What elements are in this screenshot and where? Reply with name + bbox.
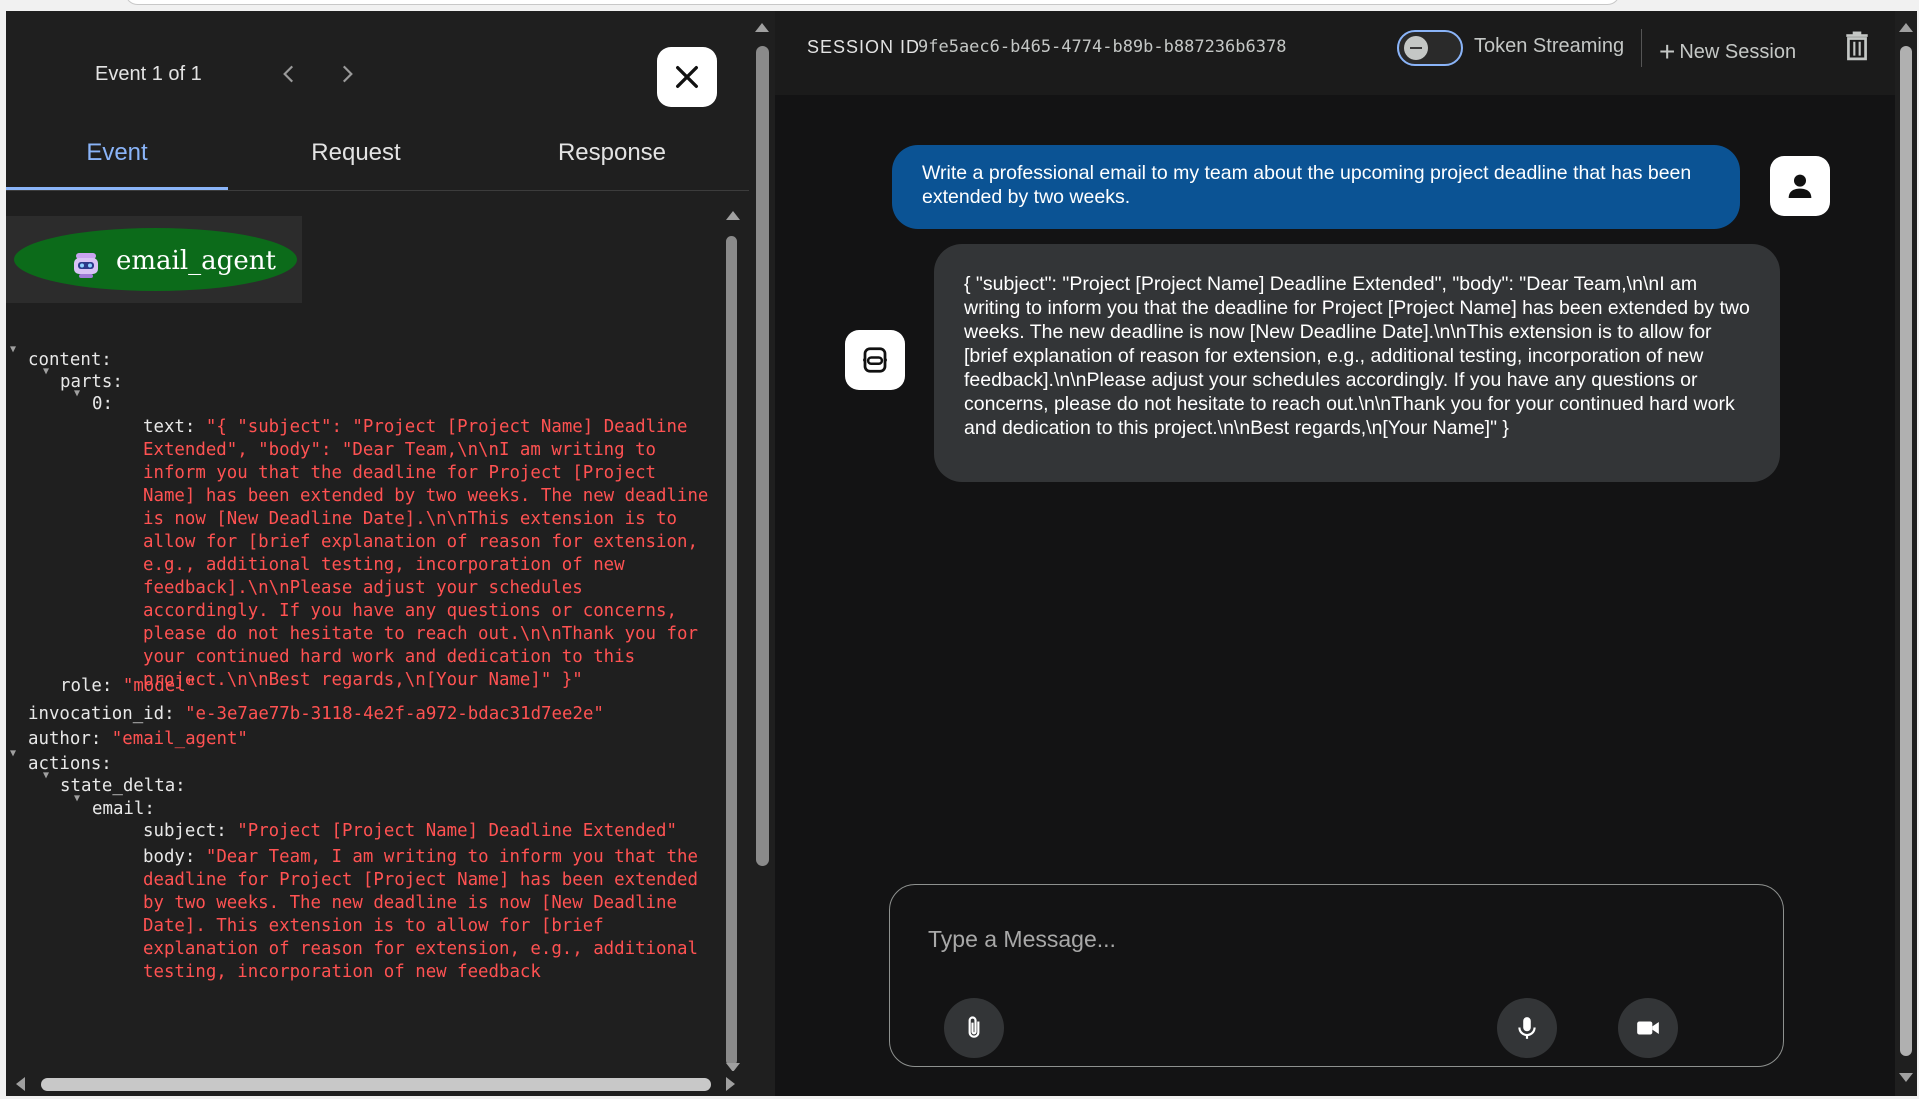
tree-body-entry: body: "Dear Team, I am writing to inform… [143,846,713,984]
user-message-bubble: Write a professional email to my team ab… [892,145,1740,229]
event-counter: Event 1 of 1 [95,63,202,85]
plus-icon: + [1659,36,1676,67]
event-panel-scroll-thumb[interactable] [756,46,769,866]
message-input[interactable] [928,921,1748,957]
tree-horizontal-scroll-thumb[interactable] [41,1078,711,1091]
microphone-button[interactable] [1497,998,1557,1058]
tree-author-entry: author: "email_agent" [28,729,248,749]
close-panel-button[interactable] [657,47,717,107]
tree-key-body: body: [143,847,196,867]
collapse-toggle-icon[interactable]: ▼ [43,770,49,781]
address-bar[interactable] [125,0,1620,5]
new-session-button[interactable]: + New Session [1659,33,1797,67]
chevron-left-icon [283,65,294,83]
tree-vertical-scrollbar[interactable] [721,201,743,1072]
tab-event[interactable]: Event [6,139,228,167]
token-streaming-toggle[interactable] [1397,30,1463,66]
agent-graph-node[interactable]: email_agent [6,216,302,303]
delete-session-button[interactable] [1844,31,1870,66]
scroll-down-arrow-icon[interactable] [1899,1073,1913,1082]
robot-icon [74,253,98,278]
bot-message-bubble: { "subject": "Project [Project Name] Dea… [934,244,1780,482]
tree-value-invocation: "e-3e7ae77b-3118-4e2f-a972-bdac31d7ee2e" [185,704,604,724]
scroll-up-arrow-icon[interactable] [755,23,769,32]
new-session-label: New Session [1679,41,1797,63]
tree-key-subject: subject: [143,821,227,841]
user-avatar [1770,156,1830,216]
session-id-label: SESSION ID [807,37,921,57]
prev-event-button[interactable] [276,61,302,87]
tree-key-actions: actions: [28,754,112,774]
app-frame: Event 1 of 1 Event Request Response emai… [6,11,1917,1096]
agent-name: email_agent [116,246,276,276]
tab-divider [6,190,749,191]
browser-top-strip [0,0,1919,11]
video-button[interactable] [1618,998,1678,1058]
scroll-right-arrow-icon[interactable] [726,1077,735,1091]
event-json-tree: ▼ content: ▼ parts: ▼ 0: text: "{ "subje… [6,336,721,1081]
collapse-toggle-icon[interactable]: ▼ [74,793,80,804]
tree-key-invocation: invocation_id: [28,704,175,724]
tree-key-author: author: [28,729,102,749]
scroll-up-arrow-icon[interactable] [726,211,740,220]
close-icon [676,66,698,88]
session-id-value: 9fe5aec6-b465-4774-b89b-b887236b6378 [918,37,1287,57]
tree-key-text: text: [143,417,196,437]
paperclip-icon [968,1016,980,1038]
toggle-knob [1404,36,1428,60]
chat-scrollbar[interactable] [1895,11,1917,1096]
tree-value-body: "Dear Team, I am writing to inform you t… [143,847,698,982]
token-streaming-label: Token Streaming [1474,35,1625,57]
tree-key-content: content: [28,350,112,370]
session-bar: SESSION ID 9fe5aec6-b465-4774-b89b-b8872… [775,11,1895,95]
tree-key-email: email: [92,799,155,819]
agent-badge[interactable]: email_agent [14,228,297,291]
tree-text-entry: text: "{ "subject": "Project [Project Na… [143,416,713,692]
event-panel: Event 1 of 1 Event Request Response emai… [6,11,749,1096]
scroll-left-arrow-icon[interactable] [16,1077,25,1091]
trash-icon [1846,31,1868,61]
robot-icon [863,347,887,373]
tree-key-role: role: [60,676,113,696]
session-bar-divider [1641,29,1642,67]
collapse-toggle-icon[interactable]: ▼ [10,344,16,355]
collapse-toggle-icon[interactable]: ▼ [10,748,16,759]
collapse-toggle-icon[interactable]: ▼ [74,388,80,399]
chat-scroll-thumb[interactable] [1900,46,1912,1056]
tab-request[interactable]: Request [228,139,484,167]
tree-subject-entry: subject: "Project [Project Name] Deadlin… [143,821,677,841]
tree-invocation-entry: invocation_id: "e-3e7ae77b-3118-4e2f-a97… [28,704,604,724]
collapse-toggle-icon[interactable]: ▼ [43,366,49,377]
tree-value-subject: "Project [Project Name] Deadline Extende… [237,821,677,841]
person-icon [1788,174,1812,198]
message-composer [889,884,1784,1067]
event-panel-scrollbar[interactable] [749,11,775,1096]
scroll-up-arrow-icon[interactable] [1899,23,1913,32]
tree-key-parts: parts: [60,372,123,392]
video-camera-icon [1637,1021,1659,1035]
tree-value-role: "model" [122,676,197,696]
tree-vertical-scroll-thumb[interactable] [726,236,737,1066]
tree-value-text: "{ "subject": "Project [Project Name] De… [143,417,709,690]
tree-role-entry: role: "model" [60,676,196,696]
tree-value-author: "email_agent" [111,729,248,749]
chevron-right-icon [342,65,353,83]
tab-response[interactable]: Response [484,139,740,167]
microphone-icon [1518,1017,1536,1039]
tree-horizontal-scrollbar[interactable] [6,1071,749,1096]
next-event-button[interactable] [334,61,360,87]
attach-file-button[interactable] [944,998,1004,1058]
tree-key-index: 0: [92,394,113,414]
bot-avatar [845,330,905,390]
chat-panel: SESSION ID 9fe5aec6-b465-4774-b89b-b8872… [775,11,1895,1096]
event-panel-header: Event 1 of 1 Event Request Response [6,11,749,191]
